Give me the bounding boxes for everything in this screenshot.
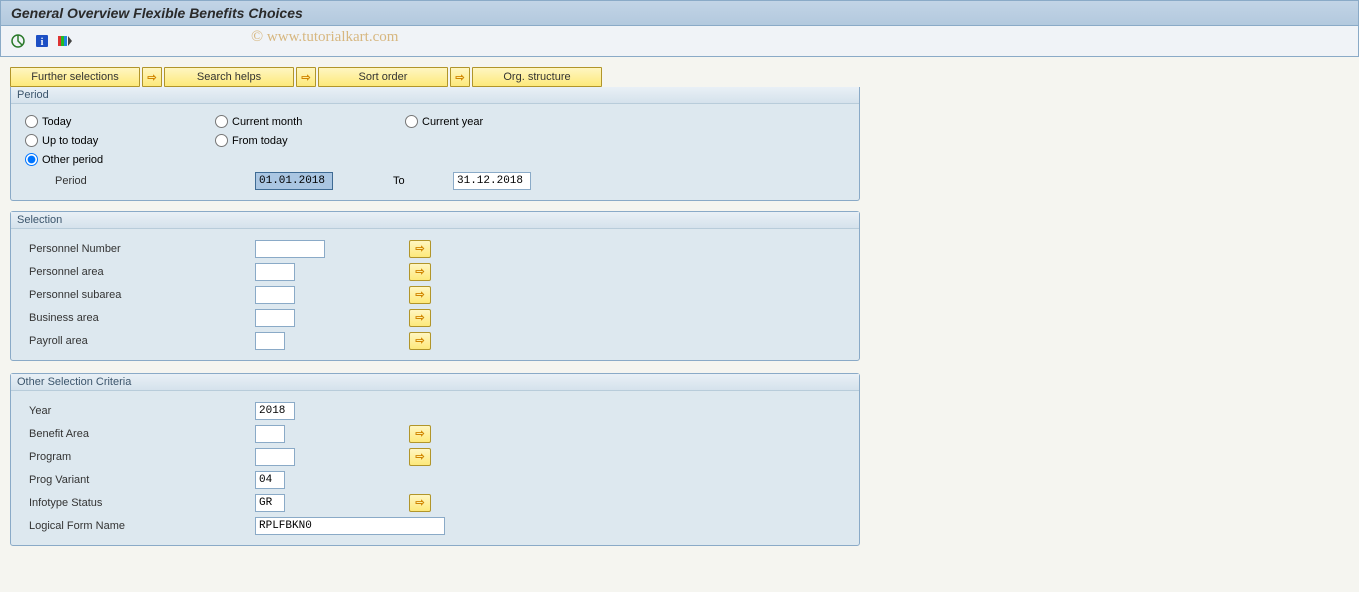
payroll-area-input[interactable] xyxy=(255,332,285,350)
prog-variant-input[interactable] xyxy=(255,471,285,489)
radio-current-month[interactable]: Current month xyxy=(215,115,345,128)
radio-label: Up to today xyxy=(42,135,98,147)
variant-icon[interactable] xyxy=(57,32,75,50)
multiselect-button[interactable]: ⇨ xyxy=(409,494,431,512)
selection-header: Selection xyxy=(11,212,859,229)
arrow-right-icon: ⇨ xyxy=(455,71,464,84)
arrow-button-1[interactable]: ⇨ xyxy=(142,67,162,87)
year-input[interactable] xyxy=(255,402,295,420)
further-selections-button[interactable]: Further selections xyxy=(10,67,140,87)
other-criteria-panel: Other Selection Criteria Year Benefit Ar… xyxy=(10,373,860,546)
radio-today[interactable]: Today xyxy=(25,115,155,128)
arrow-right-icon: ⇨ xyxy=(147,71,156,84)
radio-current-year[interactable]: Current year xyxy=(405,115,535,128)
benefit-area-input[interactable] xyxy=(255,425,285,443)
radio-label: Today xyxy=(42,116,71,128)
info-icon[interactable]: i xyxy=(33,32,51,50)
business-area-input[interactable] xyxy=(255,309,295,327)
personnel-area-input[interactable] xyxy=(255,263,295,281)
radio-label: Current year xyxy=(422,116,483,128)
prog-variant-label: Prog Variant xyxy=(25,474,255,486)
to-label: To xyxy=(333,175,453,187)
multiselect-button[interactable]: ⇨ xyxy=(409,263,431,281)
personnel-number-label: Personnel Number xyxy=(25,243,255,255)
business-area-label: Business area xyxy=(25,312,255,324)
other-criteria-header: Other Selection Criteria xyxy=(11,374,859,391)
radio-other-period[interactable]: Other period xyxy=(25,153,155,166)
infotype-status-label: Infotype Status xyxy=(25,497,255,509)
multiselect-button[interactable]: ⇨ xyxy=(409,448,431,466)
personnel-number-input[interactable] xyxy=(255,240,325,258)
payroll-area-label: Payroll area xyxy=(25,335,255,347)
period-header: Period xyxy=(11,87,859,104)
personnel-subarea-label: Personnel subarea xyxy=(25,289,255,301)
multiselect-button[interactable]: ⇨ xyxy=(409,309,431,327)
period-label: Period xyxy=(25,175,255,187)
radio-label: From today xyxy=(232,135,288,147)
logical-form-name-input[interactable] xyxy=(255,517,445,535)
selection-panel: Selection Personnel Number ⇨ Personnel a… xyxy=(10,211,860,361)
arrow-button-3[interactable]: ⇨ xyxy=(450,67,470,87)
execute-icon[interactable] xyxy=(9,32,27,50)
radio-label: Current month xyxy=(232,116,302,128)
content-area: Further selections ⇨ Search helps ⇨ Sort… xyxy=(0,57,1359,556)
svg-text:i: i xyxy=(41,37,44,48)
multiselect-button[interactable]: ⇨ xyxy=(409,286,431,304)
multiselect-button[interactable]: ⇨ xyxy=(409,332,431,350)
multiselect-button[interactable]: ⇨ xyxy=(409,240,431,258)
period-to-input[interactable] xyxy=(453,172,531,190)
radio-up-to-today[interactable]: Up to today xyxy=(25,134,155,147)
period-panel: Period Today Current month Current year … xyxy=(10,87,860,201)
program-label: Program xyxy=(25,451,255,463)
radio-label: Other period xyxy=(42,154,103,166)
year-label: Year xyxy=(25,405,255,417)
toolbar: i © www.tutorialkart.com xyxy=(0,26,1359,57)
program-input[interactable] xyxy=(255,448,295,466)
multiselect-button[interactable]: ⇨ xyxy=(409,425,431,443)
period-from-input[interactable] xyxy=(255,172,333,190)
infotype-status-input[interactable] xyxy=(255,494,285,512)
personnel-subarea-input[interactable] xyxy=(255,286,295,304)
benefit-area-label: Benefit Area xyxy=(25,428,255,440)
org-structure-button[interactable]: Org. structure xyxy=(472,67,602,87)
logical-form-name-label: Logical Form Name xyxy=(25,520,255,532)
page-title: General Overview Flexible Benefits Choic… xyxy=(0,0,1359,26)
personnel-area-label: Personnel area xyxy=(25,266,255,278)
search-helps-button[interactable]: Search helps xyxy=(164,67,294,87)
tab-row: Further selections ⇨ Search helps ⇨ Sort… xyxy=(10,67,1349,87)
watermark: © www.tutorialkart.com xyxy=(251,28,398,46)
radio-from-today[interactable]: From today xyxy=(215,134,345,147)
sort-order-button[interactable]: Sort order xyxy=(318,67,448,87)
arrow-right-icon: ⇨ xyxy=(301,71,310,84)
arrow-button-2[interactable]: ⇨ xyxy=(296,67,316,87)
